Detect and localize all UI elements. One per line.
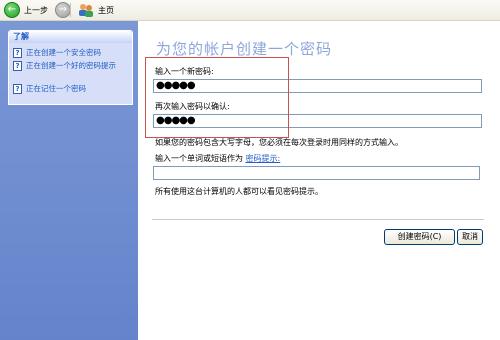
learn-panel: 了解 ? 正在创建一个安全密码 ? 正在创建一个好的密码提示 ? 正在记住一个密… (8, 30, 133, 105)
task-pane: 了解 ? 正在创建一个安全密码 ? 正在创建一个好的密码提示 ? 正在记住一个密… (0, 21, 138, 340)
hint-label: 输入一个单词或短语作为 密码提示: (155, 153, 280, 164)
learn-item-label: 正在创建一个好的密码提示 (26, 61, 116, 70)
password-hint-field[interactable] (153, 166, 480, 180)
create-password-button[interactable]: 创建密码(C) (384, 229, 455, 245)
back-arrow-icon: ← (4, 2, 20, 18)
learn-item-password-hint[interactable]: ? 正在创建一个好的密码提示 (13, 61, 126, 71)
toolbar-separator (70, 3, 71, 17)
forward-button[interactable]: → (55, 2, 71, 18)
learn-item-remember-password[interactable]: ? 正在记住一个密码 (13, 84, 126, 94)
help-topic-icon: ? (13, 84, 22, 94)
help-topic-icon: ? (13, 48, 22, 58)
hint-label-text: 输入一个单词或短语作为 (155, 154, 243, 163)
back-label: 上一步 (24, 5, 48, 15)
users-home-icon (79, 4, 93, 17)
learn-item-secure-password[interactable]: ? 正在创建一个安全密码 (13, 48, 126, 58)
help-topic-icon: ? (13, 61, 22, 71)
divider (152, 219, 484, 220)
back-button[interactable]: ← 上一步 (4, 2, 48, 18)
caps-note: 如果您的密码包含大写字母，您必须在每次登录时用同样的方式输入。 (155, 138, 403, 147)
home-button[interactable]: 主页 (78, 2, 114, 18)
forward-arrow-icon: → (55, 2, 71, 18)
hint-visibility-note: 所有使用这台计算机的人都可以看见密码提示。 (155, 187, 323, 196)
password-hint-link[interactable]: 密码提示: (246, 154, 281, 163)
learn-panel-title: 了解 (9, 31, 132, 43)
highlight-annotation (145, 57, 289, 138)
learn-item-label: 正在创建一个安全密码 (26, 48, 101, 57)
home-label: 主页 (98, 5, 114, 15)
navigation-toolbar: ← 上一步 → 主页 (0, 0, 500, 21)
cancel-button[interactable]: 取消 (457, 229, 483, 245)
page-title: 为您的帐户创建一个密码 (156, 40, 333, 58)
learn-item-label: 正在记住一个密码 (26, 84, 86, 93)
